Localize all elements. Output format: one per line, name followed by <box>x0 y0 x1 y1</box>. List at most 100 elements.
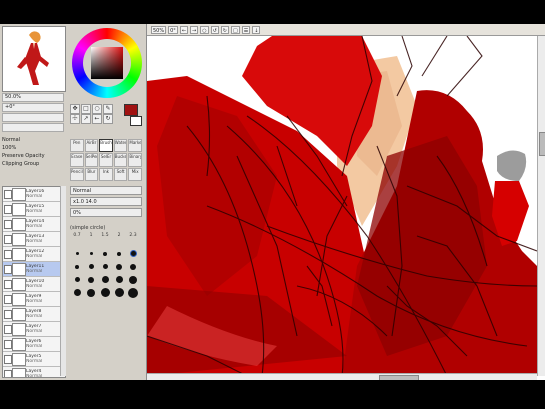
tool-button[interactable]: ↻ <box>103 114 113 124</box>
toolbar-button[interactable]: ← <box>179 25 189 34</box>
layer-row[interactable]: Layer15 Normal <box>3 202 65 217</box>
layer-row[interactable]: Layer11 Normal <box>3 262 65 277</box>
navigator-angle-slider[interactable] <box>2 123 64 132</box>
toolbar-button[interactable]: ↓ <box>252 25 261 34</box>
tool-button[interactable]: ↗ <box>81 114 91 124</box>
toolbar-button[interactable]: ↺ <box>210 25 219 34</box>
blend-mode-select[interactable]: Normal <box>70 186 142 195</box>
zoom-field[interactable]: 50% <box>151 25 167 34</box>
layer-row[interactable]: Layer12 Normal <box>3 247 65 262</box>
layer-visibility-toggle[interactable] <box>4 220 12 229</box>
layer-visibility-toggle[interactable] <box>4 370 12 377</box>
brush-preset-button[interactable]: Water <box>113 139 128 153</box>
layer-mode-select[interactable]: Normal <box>2 136 64 144</box>
brush-size-dot[interactable] <box>84 288 98 297</box>
brush-preset-button[interactable]: Mix <box>128 167 142 181</box>
brush-size-field[interactable]: x1.0 14.0 <box>70 197 142 206</box>
sub-color-swatch[interactable] <box>130 116 142 126</box>
brush-preset-button[interactable]: AirBr <box>84 139 99 153</box>
layer-row[interactable]: Layer16 Normal <box>3 187 65 202</box>
layer-row[interactable]: Layer7 Normal <box>3 322 65 337</box>
brush-size-dot[interactable] <box>98 249 112 258</box>
brush-preset-button[interactable]: Erase <box>70 153 84 167</box>
toolbar-button[interactable]: ↻ <box>220 25 229 34</box>
layer-visibility-toggle[interactable] <box>4 190 12 199</box>
brush-size-dot[interactable] <box>98 275 112 284</box>
brush-size-dot[interactable] <box>112 249 126 258</box>
brush-preset-button[interactable]: Pencil <box>70 167 84 181</box>
layer-visibility-toggle[interactable] <box>4 235 12 244</box>
brush-size-dot[interactable] <box>98 288 112 297</box>
brush-size-dot[interactable] <box>112 288 126 297</box>
tool-button[interactable]: □ <box>81 104 91 114</box>
brush-size-dot[interactable] <box>84 275 98 284</box>
main-color-swatch[interactable] <box>124 104 138 116</box>
layer-row[interactable]: Layer4 Normal <box>3 367 65 377</box>
brush-size-dot[interactable] <box>70 249 84 258</box>
tool-button[interactable]: ☩ <box>70 114 80 124</box>
canvas-area[interactable]: 50% 0° ← → ○ ↺ ↻ □ ☰ ↓ <box>147 24 545 380</box>
drawing-canvas[interactable] <box>147 36 537 376</box>
layer-visibility-toggle[interactable] <box>4 205 12 214</box>
saturation-value-square[interactable] <box>91 47 123 79</box>
brush-size-dot[interactable] <box>112 275 126 284</box>
brush-size-dot[interactable] <box>126 249 140 258</box>
layer-row[interactable]: Layer5 Normal <box>3 352 65 367</box>
brush-size-dot[interactable] <box>84 249 98 258</box>
clipping-group-checkbox[interactable]: Clipping Group <box>2 160 64 168</box>
brush-preset-button[interactable]: SelEr <box>99 153 113 167</box>
brush-preset-button[interactable]: Bucket <box>113 153 128 167</box>
brush-preset-button[interactable]: Blur <box>84 167 99 181</box>
layer-visibility-toggle[interactable] <box>4 280 12 289</box>
layer-visibility-toggle[interactable] <box>4 355 12 364</box>
brush-preset-button[interactable]: Soft <box>113 167 128 181</box>
brush-size-dot[interactable] <box>70 262 84 271</box>
brush-size-dot[interactable] <box>112 262 126 271</box>
tool-button[interactable]: ○ <box>92 104 102 114</box>
layer-row[interactable]: Layer13 Normal <box>3 232 65 247</box>
brush-preset-button[interactable]: Marker <box>128 139 142 153</box>
min-size-field[interactable]: 0% <box>70 208 142 217</box>
brush-size-dot[interactable] <box>84 262 98 271</box>
toolbar-button[interactable]: ☰ <box>241 25 251 34</box>
preserve-opacity-checkbox[interactable]: Preserve Opacity <box>2 152 64 160</box>
layer-row[interactable]: Layer9 Normal <box>3 292 65 307</box>
canvas-horizontal-scrollbar[interactable] <box>147 373 537 380</box>
layer-visibility-toggle[interactable] <box>4 250 12 259</box>
layer-row[interactable]: Layer8 Normal <box>3 307 65 322</box>
layer-visibility-toggle[interactable] <box>4 295 12 304</box>
layer-row[interactable]: Layer10 Normal <box>3 277 65 292</box>
color-wheel[interactable] <box>72 28 142 98</box>
angle-field[interactable]: 0° <box>168 25 178 34</box>
navigator-zoom[interactable]: 50.0% <box>2 93 64 102</box>
vertical-scroll-thumb[interactable] <box>539 132 545 156</box>
brush-preset-button[interactable]: Binary <box>128 153 142 167</box>
navigator-angle[interactable]: +0° <box>2 103 64 112</box>
layer-visibility-toggle[interactable] <box>4 265 12 274</box>
layer-visibility-toggle[interactable] <box>4 310 12 319</box>
layer-row[interactable]: Layer6 Normal <box>3 337 65 352</box>
brush-preset-button[interactable]: Ink <box>99 167 113 181</box>
brush-preset-button[interactable]: Pen <box>70 139 84 153</box>
brush-size-dot[interactable] <box>126 287 140 298</box>
tool-button[interactable]: ✎ <box>103 104 113 114</box>
brush-size-dot[interactable] <box>126 262 140 271</box>
navigator-preview[interactable] <box>2 26 66 92</box>
tool-button[interactable]: ✥ <box>70 104 80 114</box>
toolbar-button[interactable]: → <box>190 25 199 34</box>
brush-size-dot[interactable] <box>70 288 84 297</box>
brush-preset-button[interactable]: Brush <box>99 139 113 153</box>
layer-visibility-toggle[interactable] <box>4 340 12 349</box>
toolbar-button[interactable]: ○ <box>200 25 209 34</box>
brush-size-dot[interactable] <box>98 262 112 271</box>
tool-button[interactable]: ← <box>92 114 102 124</box>
hue-ring[interactable] <box>72 28 142 98</box>
brush-preset-button[interactable]: SelPen <box>84 153 99 167</box>
brush-size-dot[interactable] <box>126 275 140 284</box>
layer-opacity[interactable]: 100% <box>2 144 64 152</box>
layer-row[interactable]: Layer14 Normal <box>3 217 65 232</box>
layer-visibility-toggle[interactable] <box>4 325 12 334</box>
navigator-zoom-slider[interactable] <box>2 113 64 122</box>
canvas-vertical-scrollbar[interactable] <box>537 36 545 376</box>
brush-size-dot[interactable] <box>70 275 84 284</box>
